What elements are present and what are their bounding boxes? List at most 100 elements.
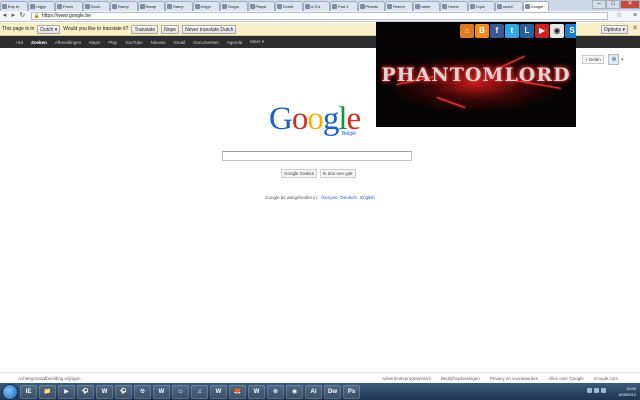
gbar-item[interactable]: Documenten [193, 40, 219, 45]
lastfm-icon[interactable]: L [520, 24, 534, 38]
close-infobar-icon[interactable]: ✕ [632, 25, 638, 33]
taskbar-app-icon[interactable]: W [96, 384, 113, 399]
browser-tab[interactable]: U.G's [302, 1, 330, 11]
browser-tab[interactable]: Exp th [0, 1, 28, 11]
footer-link[interactable]: Alles over Google [548, 376, 584, 381]
browser-tab[interactable]: searC [495, 1, 523, 11]
home-icon[interactable]: ⌂ [460, 24, 474, 38]
youtube-icon[interactable]: ▶ [535, 24, 549, 38]
minimize-button[interactable]: – [592, 0, 606, 9]
nope-button[interactable]: Nope [161, 24, 180, 34]
offered-text: Google.be aangeboden in: [265, 195, 319, 200]
language-link[interactable]: Deutsch [340, 195, 357, 200]
lucky-button[interactable]: Ik doe een gok [320, 169, 356, 178]
taskbar-app-icon[interactable]: Ai [305, 384, 322, 399]
footer-link[interactable]: Privacy en voorwaarden [490, 376, 538, 381]
browser-tab[interactable]: Topic [467, 1, 495, 11]
search-input[interactable] [222, 151, 412, 161]
browser-tab[interactable]: Home [440, 1, 468, 11]
blogger-icon[interactable]: B [475, 24, 489, 38]
browser-tab[interactable]: home [412, 1, 440, 11]
speaker-icon[interactable] [601, 388, 606, 393]
taskbar-app-icon[interactable]: ☺ [172, 384, 189, 399]
gbar-item[interactable]: +Sd [15, 40, 23, 45]
facebook-icon[interactable]: f [490, 24, 504, 38]
stumbleupon-icon[interactable]: S [565, 24, 576, 38]
gbar-item[interactable]: Afbeeldingen [55, 40, 81, 45]
browser-tab[interactable]: Gooli . [82, 1, 110, 11]
lock-icon: 🔒 [33, 13, 40, 19]
gbar-item[interactable]: Zoeken [31, 40, 47, 45]
language-link[interactable]: français [321, 195, 337, 200]
reload-icon[interactable]: ↻ [18, 12, 27, 21]
gbar-item[interactable]: Nieuws [151, 40, 166, 45]
tab-label: Gooli . [90, 4, 103, 9]
taskbar-app-icon[interactable]: W [153, 384, 170, 399]
back-arrow-icon[interactable]: ◂ [0, 12, 9, 21]
footer-links: Advertentieprogramma's Bedrijfsoplossinge… [372, 376, 618, 381]
gbar-item[interactable]: Maps [89, 40, 100, 45]
taskbar-app-icon[interactable]: 📁 [39, 384, 56, 399]
browser-tab[interactable]: Hdypi [192, 1, 220, 11]
taskbar-app-icon[interactable]: 🦊 [229, 384, 246, 399]
tray-icon[interactable] [587, 388, 592, 393]
taskbar-app-icon[interactable]: ◉ [286, 384, 303, 399]
translate-options-button[interactable]: Options ▾ [600, 25, 628, 34]
forward-arrow-icon[interactable]: ▸ [9, 12, 18, 21]
star-icon[interactable]: ☆ [614, 12, 624, 21]
tab-strip: Exp th Legyy Fetch Gooli . Ramp Ramp Ramp Hdypi… [0, 0, 640, 11]
taskbar-app-icon[interactable]: W [210, 384, 227, 399]
gbar-item[interactable]: Play [108, 40, 117, 45]
footer-link[interactable]: Google.com [594, 376, 618, 381]
start-button[interactable] [2, 383, 18, 400]
taskbar-app-icon[interactable]: IE [20, 384, 37, 399]
footer-link[interactable]: Advertentieprogramma's [382, 376, 431, 381]
logo-letter: g [322, 101, 339, 137]
taskbar-app-icon[interactable]: ♫ [191, 384, 208, 399]
chevron-down-icon[interactable]: ▾ [621, 57, 624, 63]
maximize-button[interactable]: □ [606, 0, 620, 9]
taskbar-app-icon[interactable]: ▶ [58, 384, 75, 399]
gbar-item[interactable]: YouTube [125, 40, 143, 45]
gbar-item[interactable]: Agenda [227, 40, 243, 45]
translate-button[interactable]: Translate [131, 24, 159, 34]
browser-tab[interactable]: Phanto [357, 1, 385, 11]
gbar-item[interactable]: Meer ▾ [250, 39, 264, 45]
favicon-icon [112, 4, 117, 9]
twitter-icon[interactable]: t [505, 24, 519, 38]
browser-tab[interactable]: Google [522, 1, 549, 11]
browser-tab[interactable]: Ramp [165, 1, 193, 11]
browser-tab[interactable]: Ramp [137, 1, 165, 11]
gbar-item[interactable]: Gmail [173, 40, 185, 45]
language-link[interactable]: English [360, 195, 375, 200]
browser-tab[interactable]: Legyy [27, 1, 55, 11]
browser-tab[interactable]: Fetch [55, 1, 83, 11]
google-search-button[interactable]: Google zoeken [281, 169, 318, 178]
taskbar-app-icon[interactable]: ☢ [134, 384, 151, 399]
taskbar-app-icon[interactable]: ⚽ [115, 384, 132, 399]
change-background-link[interactable]: Achtergrondafbeelding wijzigen [18, 376, 81, 381]
tray-icon[interactable] [594, 388, 599, 393]
footer-link[interactable]: Bedrijfsoplossingen [441, 376, 480, 381]
browser-tab[interactable]: Playst [247, 1, 275, 11]
avatar[interactable] [608, 54, 619, 65]
browser-tab[interactable]: Sorga [220, 1, 248, 11]
browser-tab[interactable]: Part 1 [330, 1, 358, 11]
taskbar-app-icon[interactable]: W [248, 384, 265, 399]
taskbar-app-icon[interactable]: Dw [324, 384, 341, 399]
never-translate-button[interactable]: Never translate Dutch [182, 24, 237, 34]
tab-label: Return [393, 4, 406, 9]
taskbar-app-icon[interactable]: ⊗ [267, 384, 284, 399]
share-button[interactable]: + Delen [582, 55, 604, 64]
language-select[interactable]: Dutch ▾ [37, 24, 61, 34]
close-window-button[interactable]: ✕ [620, 0, 640, 9]
browser-tab[interactable]: Dvmti [275, 1, 303, 11]
clock[interactable]: 12:00 1/09/2012 [618, 386, 636, 398]
taskbar-app-icon[interactable]: Ps [343, 384, 360, 399]
browser-tab[interactable]: Return [385, 1, 413, 11]
browser-tab[interactable]: Ramp [110, 1, 138, 11]
address-bar[interactable]: 🔒 https://www.google.be [30, 12, 609, 20]
taskbar-app-icon[interactable]: ⚽ [77, 384, 94, 399]
wrench-icon[interactable]: ≡ [630, 12, 640, 21]
reddit-icon[interactable]: ◉ [550, 24, 564, 38]
